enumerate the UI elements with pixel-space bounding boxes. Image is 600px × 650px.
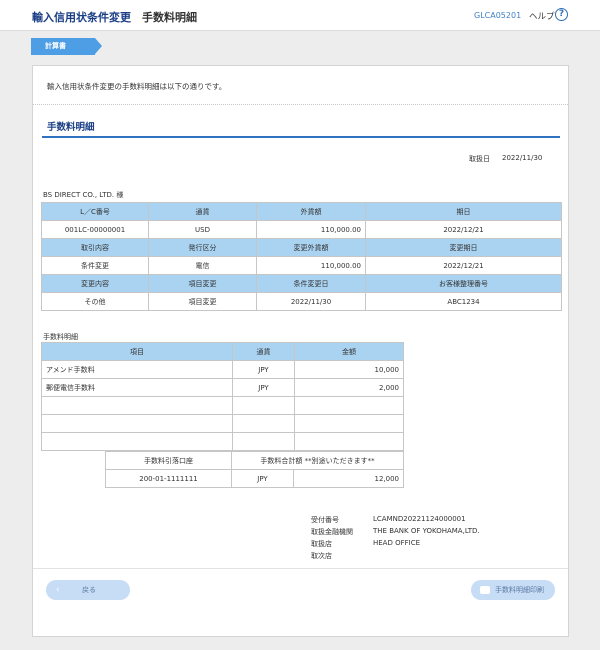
help-icon[interactable]: ? (555, 8, 568, 21)
header-cell: 手数料合計額 **別途いただきます** (230, 451, 405, 470)
lc-detail-table: L／C番号 通貨 外貨額 期日 001LC-00000001 USD 110,0… (41, 202, 562, 311)
header-cell: 手数料引落口座 (105, 451, 232, 470)
divider (33, 104, 568, 105)
table-row: 条件変更 電信 110,000.00 2022/12/21 (41, 256, 562, 275)
table-header-row: 項目 通貨 金額 (41, 342, 404, 361)
header-cell: 変更外貨額 (256, 238, 366, 257)
fee-item: アメンド手数料 (41, 360, 233, 379)
cell: 001LC-00000001 (41, 220, 149, 239)
table-header-row: 変更内容 項目変更 条件変更日 お客様整理番号 (41, 274, 562, 293)
cell: 2022/12/21 (365, 256, 562, 275)
table-header-row: 取引内容 発行区分 変更外貨額 変更期日 (41, 238, 562, 257)
branch-label: 取扱店 (311, 540, 332, 548)
header-cell: 発行区分 (148, 238, 257, 257)
bank-label: 取扱金融機関 (311, 528, 353, 536)
fee-summary-table: 手数料引落口座 手数料合計額 **別途いただきます** 200-01-11111… (105, 451, 405, 488)
header-cell: 通貨 (148, 202, 257, 221)
header-cell: 取引内容 (41, 238, 149, 257)
cell: 2022/12/21 (365, 220, 562, 239)
table-header-row: 手数料引落口座 手数料合計額 **別途いただきます** (105, 451, 405, 470)
branch-value: HEAD OFFICE (373, 539, 421, 547)
main-card: 輸入信用状条件変更の手数料明細は以下の通りです。 手数料明細 取扱日 2022/… (32, 65, 569, 637)
table-row: 郵便電信手数料 JPY 2,000 (41, 378, 404, 397)
print-button-label: 手数料明細印刷 (495, 586, 544, 594)
receipt-value: LCAMND20221124000001 (373, 515, 466, 523)
table-row: アメンド手数料 JPY 10,000 (41, 360, 404, 379)
cell: 項目変更 (148, 292, 257, 311)
app-header: 輸入信用状条件変更 手数料明細 GLCA05201 ヘルプ ? (0, 0, 600, 31)
header-cell: 通貨 (232, 342, 295, 361)
intro-text: 輸入信用状条件変更の手数料明細は以下の通りです。 (47, 82, 227, 91)
cell: その他 (41, 292, 149, 311)
receipt-label: 受付番号 (311, 516, 339, 524)
cell: USD (148, 220, 257, 239)
agent-label: 取次店 (311, 552, 332, 560)
table-row-empty (41, 396, 404, 415)
date-label: 取扱日 (469, 155, 490, 163)
fee-section-title: 手数料明細 (43, 333, 78, 341)
debit-account: 200-01-1111111 (105, 469, 232, 488)
back-button[interactable]: ‹ 戻る (46, 580, 130, 600)
total-currency: JPY (231, 469, 294, 488)
printer-icon (480, 586, 490, 594)
table-header-row: L／C番号 通貨 外貨額 期日 (41, 202, 562, 221)
bank-value: THE BANK OF YOKOHAMA,LTD. (373, 527, 480, 535)
customer-name: BS DIRECT CO., LTD. 様 (43, 191, 124, 199)
header-cell: 金額 (294, 342, 404, 361)
screen-code: GLCA05201 (474, 11, 522, 20)
cell: 2022/11/30 (256, 292, 366, 311)
header-cell: 項目変更 (148, 274, 257, 293)
total-amount: 12,000 (292, 469, 405, 488)
help-link[interactable]: ヘルプ (529, 10, 555, 22)
footer-divider (33, 568, 568, 569)
page-title: 輸入信用状条件変更 (32, 11, 131, 24)
table-row: その他 項目変更 2022/11/30 ABC1234 (41, 292, 562, 311)
cell: 条件変更 (41, 256, 149, 275)
header-cell: お客様整理番号 (365, 274, 562, 293)
page-subtitle: 手数料明細 (142, 11, 197, 24)
fee-table: 項目 通貨 金額 アメンド手数料 JPY 10,000 郵便電信手数料 JPY … (41, 342, 404, 451)
step-indicator: 計算書 (31, 38, 102, 55)
section-underline (42, 136, 560, 138)
header-cell: 条件変更日 (256, 274, 366, 293)
back-button-label: 戻る (82, 586, 96, 594)
section-title: 手数料明細 (47, 122, 95, 133)
fee-amount: 2,000 (294, 378, 404, 397)
cell: 110,000.00 (256, 220, 366, 239)
table-row: 200-01-1111111 JPY 12,000 (105, 469, 405, 488)
print-fee-button[interactable]: 手数料明細印刷 (471, 580, 555, 600)
fee-amount: 10,000 (294, 360, 404, 379)
date-value: 2022/11/30 (502, 154, 543, 162)
header-cell: 変更内容 (41, 274, 149, 293)
chevron-left-icon: ‹ (56, 585, 60, 595)
header-cell: 変更期日 (365, 238, 562, 257)
table-row: 001LC-00000001 USD 110,000.00 2022/12/21 (41, 220, 562, 239)
header-cell: 項目 (41, 342, 233, 361)
header-cell: 期日 (365, 202, 562, 221)
header-cell: 外貨額 (256, 202, 366, 221)
cell: 電信 (148, 256, 257, 275)
cell: ABC1234 (365, 292, 562, 311)
fee-item: 郵便電信手数料 (41, 378, 233, 397)
table-row-empty (41, 432, 404, 451)
header-cell: L／C番号 (41, 202, 149, 221)
table-row-empty (41, 414, 404, 433)
cell: 110,000.00 (256, 256, 366, 275)
fee-currency: JPY (232, 360, 295, 379)
fee-currency: JPY (232, 378, 295, 397)
